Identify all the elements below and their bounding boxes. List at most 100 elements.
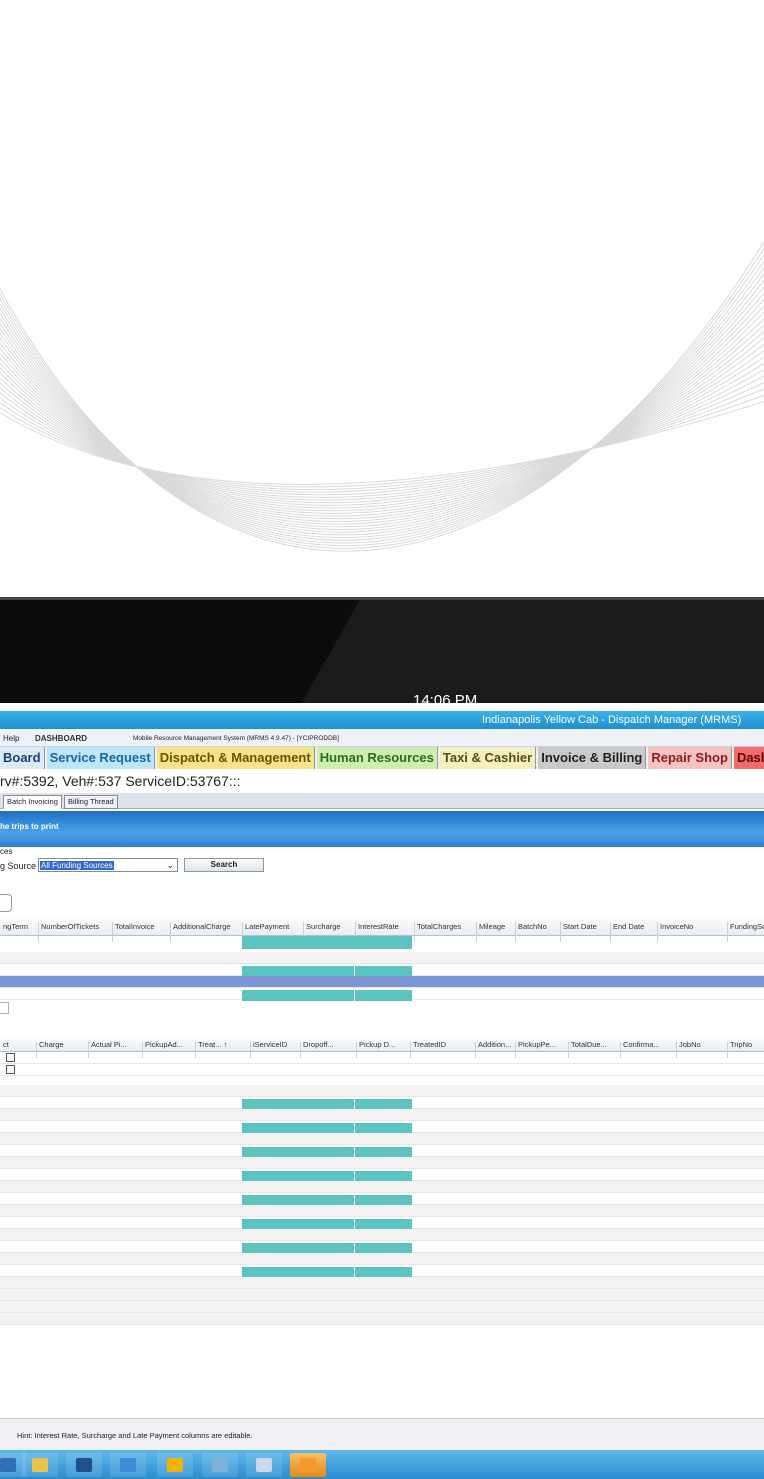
column-header[interactable]: End Date	[613, 922, 644, 931]
column-header[interactable]: LatePayment	[245, 922, 289, 931]
table-row[interactable]	[0, 1169, 764, 1182]
column-header[interactable]: Mileage	[479, 922, 505, 931]
column-header[interactable]: BatchNo	[518, 922, 547, 931]
window-titlebar: Indianapolis Yellow Cab - Dispatch Manag…	[0, 711, 764, 729]
file-explorer-icon-glyph	[32, 1458, 48, 1472]
column-header[interactable]: AdditionalCharge	[173, 922, 231, 931]
table-row[interactable]	[0, 1241, 764, 1254]
column-divider	[38, 922, 39, 942]
hint-bar: Hint: Interest Rate, Surcharge and Late …	[0, 1418, 764, 1450]
table-row[interactable]	[0, 988, 764, 1001]
header-shade	[301, 600, 764, 703]
sub-column-header[interactable]: TreatedID	[413, 1040, 446, 1049]
group-row	[0, 1157, 764, 1169]
sub-column-header[interactable]: Confirma...	[623, 1040, 660, 1049]
table-row[interactable]	[0, 1265, 764, 1278]
sub-column-header[interactable]: PickupAd...	[145, 1040, 183, 1049]
invoice-grid: ngTerm NumberOfTickets TotalInvoice Additio…	[0, 916, 764, 1416]
column-header[interactable]: TotalCharges	[417, 922, 461, 931]
paint-icon[interactable]	[157, 1453, 193, 1477]
service-line: rv#:5392, Veh#:537 ServiceID:53767:::	[0, 773, 241, 789]
internet-explorer-icon[interactable]	[110, 1453, 146, 1477]
group-row	[0, 952, 764, 964]
trip-row[interactable]	[0, 1052, 764, 1064]
tablet-icon[interactable]	[202, 1453, 238, 1477]
column-header[interactable]: InvoiceNo	[660, 922, 693, 931]
sub-column-header[interactable]: Pickup D...	[359, 1040, 395, 1049]
sub-column-header[interactable]: TripNo	[730, 1040, 752, 1049]
column-divider	[727, 922, 728, 942]
table-row[interactable]	[0, 1145, 764, 1158]
tablet-icon-glyph	[212, 1458, 228, 1472]
invoiced-trips-tab[interactable]	[0, 1002, 9, 1014]
table-row[interactable]	[0, 1121, 764, 1134]
tab-billing-thread[interactable]: Billing Thread	[64, 795, 118, 809]
menu-dashboard[interactable]: DASHBOARD	[35, 734, 87, 743]
sub-column-header[interactable]: ct	[3, 1040, 9, 1049]
menu-help[interactable]: Help	[3, 734, 19, 743]
column-header[interactable]: FundingSo	[730, 922, 764, 931]
search-button[interactable]: Search	[184, 858, 264, 872]
table-row[interactable]	[0, 1097, 764, 1110]
sub-column-header[interactable]: Treat... ↑	[198, 1040, 227, 1049]
remote-desktop-icon[interactable]	[246, 1453, 282, 1477]
tab-strip: Batch Invoicing Billing Thread	[0, 793, 764, 809]
column-header[interactable]: InterestRate	[358, 922, 399, 931]
sub-column-header[interactable]: Addition...	[478, 1040, 511, 1049]
group-row	[0, 1301, 764, 1313]
sub-column-header[interactable]: Actual Pi...	[91, 1040, 127, 1049]
sub-column-header[interactable]: Dropoff...	[303, 1040, 334, 1049]
collapse-toggle[interactable]	[0, 894, 12, 912]
sub-column-header[interactable]: PickupPe...	[518, 1040, 556, 1049]
column-header[interactable]: TotalInvoice	[115, 922, 155, 931]
remote-desktop-icon-glyph	[256, 1458, 272, 1472]
table-row[interactable]	[0, 964, 764, 977]
table-row[interactable]	[0, 1217, 764, 1230]
sub-header-row: ct Charge Actual Pi... PickupAd... Treat... …	[0, 1036, 764, 1058]
module-tab-0[interactable]: Board	[0, 747, 45, 769]
column-divider	[476, 922, 477, 942]
media-player-icon[interactable]	[66, 1453, 102, 1477]
module-tab-4[interactable]: Taxi & Cashier	[439, 747, 537, 769]
paint-icon-glyph	[167, 1458, 183, 1472]
module-tab-1[interactable]: Service Request	[46, 747, 155, 769]
column-divider	[170, 922, 171, 942]
column-divider	[610, 922, 611, 942]
funding-source-label: g Source	[0, 861, 37, 871]
table-row[interactable]	[0, 1193, 764, 1206]
sub-column-header[interactable]: iServiceID	[253, 1040, 287, 1049]
mrms-app-icon[interactable]	[290, 1453, 326, 1477]
tab-batch-invoicing[interactable]: Batch Invoicing	[3, 795, 62, 809]
editable-cell[interactable]	[355, 990, 412, 1001]
column-header[interactable]: ngTerm	[3, 922, 28, 931]
chevron-down-icon[interactable]: ⌄	[166, 860, 174, 871]
trip-row[interactable]	[0, 1064, 764, 1076]
group-row	[0, 1277, 764, 1289]
group-row	[0, 1229, 764, 1241]
module-tab-3[interactable]: Human Resources	[316, 747, 438, 769]
group-row	[0, 976, 764, 988]
banner: he trips to print	[0, 811, 764, 847]
select-checkbox[interactable]	[6, 1065, 15, 1074]
file-explorer-icon[interactable]	[22, 1453, 58, 1477]
sub-column-header[interactable]: JobNo	[679, 1040, 701, 1049]
module-tab-5[interactable]: Invoice & Billing	[538, 747, 647, 769]
select-checkbox[interactable]	[6, 1053, 15, 1062]
module-tab-2[interactable]: Dispatch & Management	[156, 747, 315, 769]
column-header[interactable]: NumberOfTickets	[41, 922, 99, 931]
module-tab-6[interactable]: Repair Shop	[648, 747, 732, 769]
taskbar	[0, 1450, 764, 1479]
sub-column-header[interactable]: Charge	[39, 1040, 64, 1049]
column-divider	[112, 922, 113, 942]
funding-source-select[interactable]: All Funding Sources ⌄	[38, 858, 178, 872]
media-player-icon-glyph	[76, 1458, 92, 1472]
column-header[interactable]: Surcharge	[306, 922, 341, 931]
column-header[interactable]: Start Date	[563, 922, 597, 931]
editable-cell[interactable]	[242, 990, 303, 1001]
sub-column-header[interactable]: TotalDue...	[571, 1040, 607, 1049]
editable-cell[interactable]	[303, 990, 354, 1001]
system-name: Mobile Resource Management System (MRMS …	[133, 735, 339, 742]
column-divider	[657, 922, 658, 942]
module-tab-7[interactable]: Dashboard & Repo	[733, 747, 764, 769]
hint-text: Hint: Interest Rate, Surcharge and Late …	[17, 1431, 253, 1440]
